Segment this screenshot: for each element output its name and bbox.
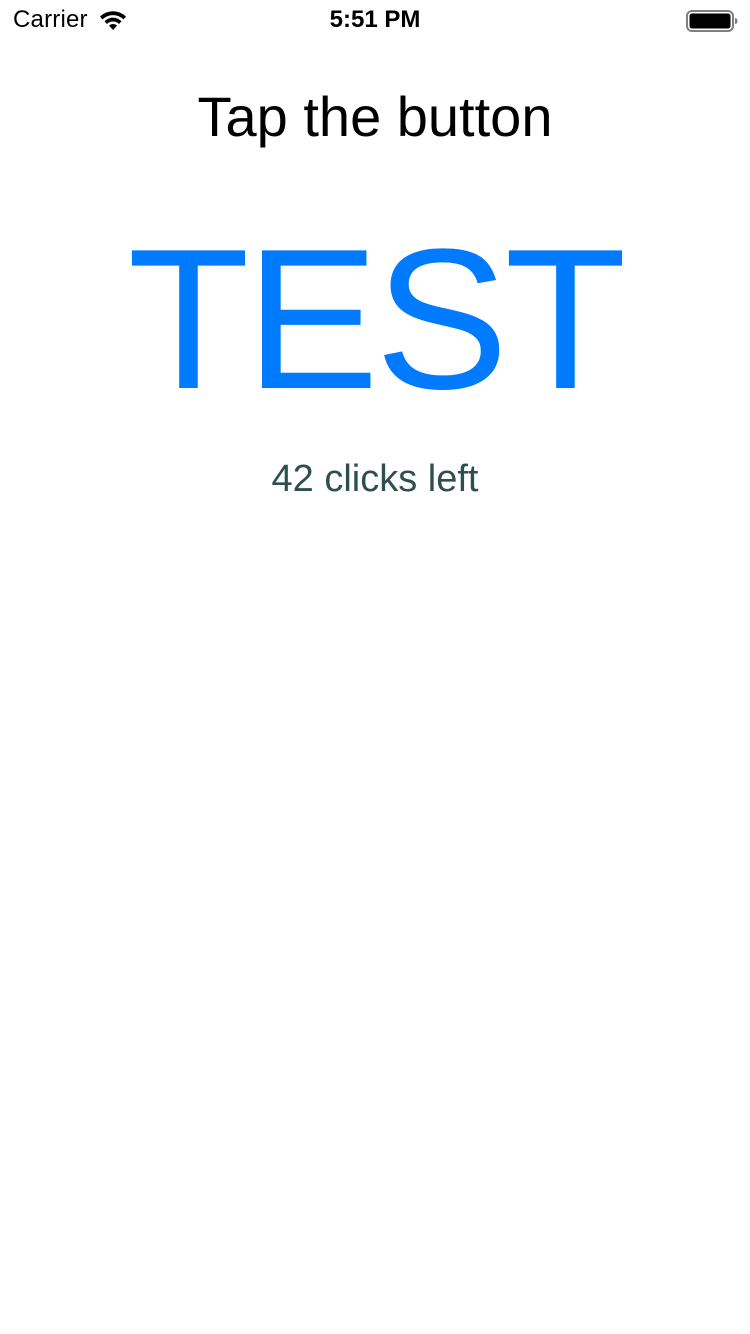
page-title: Tap the button — [197, 85, 553, 148]
test-button[interactable]: TEST — [127, 208, 626, 431]
clicks-left-counter: 42 clicks left — [271, 458, 479, 500]
status-bar: Carrier 5:51 PM — [0, 0, 750, 40]
test-button-label: TEST — [127, 208, 626, 431]
battery-full-icon — [686, 10, 738, 32]
status-time: 5:51 PM — [329, 6, 421, 33]
